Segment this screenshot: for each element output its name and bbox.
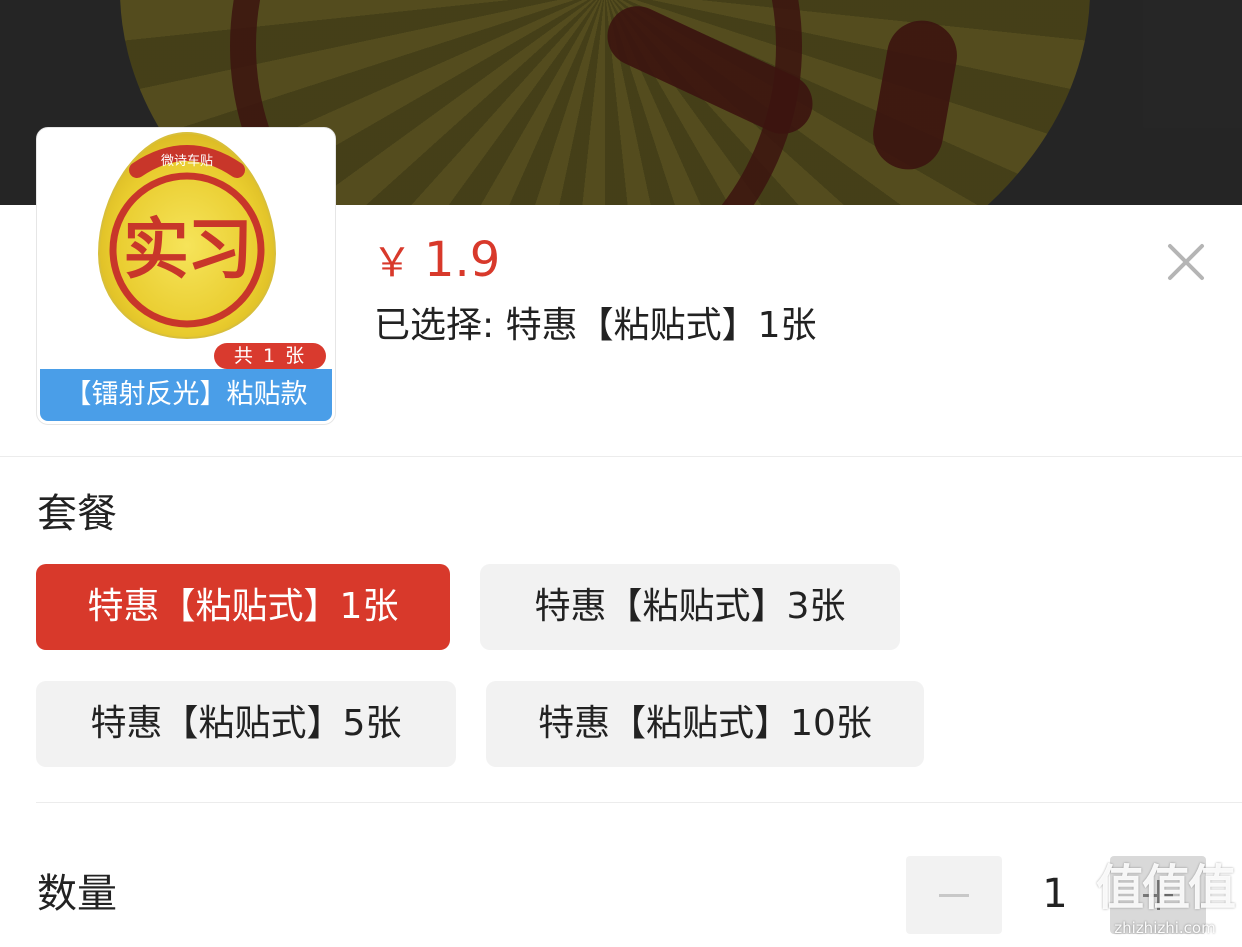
quantity-value[interactable]: 1 (1020, 866, 1090, 922)
minus-icon (939, 894, 969, 897)
package-option-5[interactable]: 特惠【粘贴式】5张 (36, 681, 456, 767)
product-thumbnail: 微诗车贴 实习 共 1 张 【镭射反光】粘贴款 (36, 127, 336, 425)
quantity-increase-button[interactable] (1110, 856, 1206, 934)
thumbnail-caption: 【镭射反光】粘贴款 (40, 369, 332, 421)
count-badge: 共 1 张 (214, 343, 326, 369)
price-value: 1.9 (424, 232, 501, 288)
quantity-decrease-button[interactable] (906, 856, 1002, 934)
sticker-top-text: 微诗车贴 (160, 154, 213, 169)
package-section-title: 套餐 (37, 491, 117, 537)
selected-summary: 已选择: 特惠【粘贴式】1张 (374, 300, 817, 352)
divider (36, 802, 1242, 803)
close-icon (1168, 244, 1204, 280)
selected-value: 特惠【粘贴式】1张 (505, 305, 817, 346)
close-button[interactable] (1160, 236, 1212, 288)
price-currency: ￥ (372, 240, 412, 286)
price: ￥ 1.9 (372, 230, 500, 293)
quantity-label: 数量 (37, 871, 117, 917)
package-option-1[interactable]: 特惠【粘贴式】1张 (36, 564, 450, 650)
selected-prefix: 已选择: (374, 305, 495, 346)
sticker-text: 实习 (123, 211, 253, 288)
package-option-3[interactable]: 特惠【粘贴式】3张 (480, 564, 900, 650)
package-option-10[interactable]: 特惠【粘贴式】10张 (486, 681, 924, 767)
divider (0, 456, 1242, 457)
